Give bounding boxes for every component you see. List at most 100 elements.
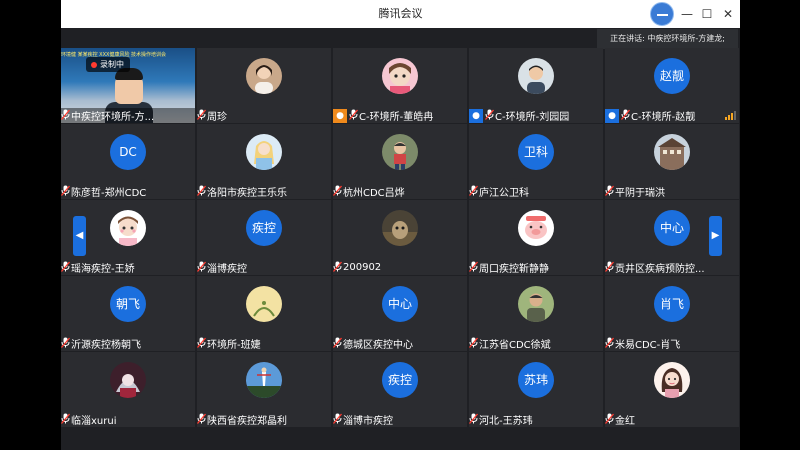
participant-name: 德城区疾控中心 <box>343 340 413 351</box>
participant-tile[interactable]: 金红 <box>605 352 739 427</box>
participant-namebar: 庐江公卫科 <box>469 184 603 199</box>
participant-avatar <box>518 286 554 322</box>
participant-avatar: 赵靓 <box>654 58 690 94</box>
participant-namebar: 江苏省CDC徐斌 <box>469 336 603 351</box>
recording-label: 录制中 <box>100 60 124 69</box>
next-page-button[interactable]: ▶ <box>709 216 722 256</box>
participant-tile[interactable]: 疾控 淄博市疾控 <box>333 352 467 427</box>
participant-name: 淄博疾控 <box>207 264 247 275</box>
mic-muted-icon <box>197 185 207 199</box>
participant-namebar: 环境所-班婕 <box>197 336 331 351</box>
mic-muted-icon <box>605 413 615 427</box>
speaking-indicator: 正在讲话: 中疾控环境所-方建龙; <box>597 29 738 49</box>
mic-muted-icon <box>61 261 71 275</box>
participant-avatar <box>382 210 418 246</box>
participant-name: 洛阳市疾控王乐乐 <box>207 188 287 199</box>
participant-avatar <box>654 362 690 398</box>
participant-namebar: ● C-环境所-赵靓 <box>605 108 739 123</box>
participant-namebar: 金红 <box>605 412 739 427</box>
mic-muted-icon <box>469 337 479 351</box>
mic-muted-icon <box>333 337 343 351</box>
participant-namebar: 陈彦哲-郑州CDC <box>61 184 195 199</box>
participant-name: 庐江公卫科 <box>479 188 529 199</box>
participant-tile[interactable]: 周口疾控靳静静 <box>469 200 603 275</box>
participant-name: C-环境所-赵靓 <box>631 112 696 123</box>
title-bar: 腾讯会议 — ☐ ✕ <box>61 0 740 28</box>
participant-avatar: 朝飞 <box>110 286 146 322</box>
participant-tile[interactable]: 陕西省疾控郑晶利 <box>197 352 331 427</box>
participant-avatar: 肖飞 <box>654 286 690 322</box>
participant-name: 周口疾控靳静静 <box>479 264 549 275</box>
participant-avatar <box>382 134 418 170</box>
participant-namebar: 瑶海疾控-王娇 <box>61 260 195 275</box>
maximize-button[interactable]: ☐ <box>698 5 716 23</box>
mic-muted-icon <box>469 261 479 275</box>
participant-tile[interactable]: 江苏省CDC徐斌 <box>469 276 603 351</box>
participant-namebar: 临淄xurui <box>61 412 195 427</box>
participant-namebar: 中疾控环境所-方... <box>61 108 195 123</box>
participant-tile[interactable]: ● C-环境所-董皓冉 <box>333 48 467 123</box>
cohost-icon: ● <box>605 108 619 123</box>
participant-tile[interactable]: 朝飞沂源疾控杨朝飞 <box>61 276 195 351</box>
participant-avatar: 疾控 <box>246 210 282 246</box>
mic-muted-icon <box>197 337 207 351</box>
participant-namebar: 淄博疾控 <box>197 260 331 275</box>
mic-muted-icon <box>469 413 479 427</box>
participant-tile[interactable]: DC 陈彦哲-郑州CDC <box>61 124 195 199</box>
participant-name: 沂源疾控杨朝飞 <box>71 340 141 351</box>
participant-namebar: 周珍 <box>197 108 331 123</box>
mic-muted-icon <box>333 413 343 427</box>
mic-muted-icon <box>469 185 479 199</box>
participant-name: 杭州CDC吕烨 <box>343 188 405 199</box>
participant-tile[interactable]: 卫科 庐江公卫科 <box>469 124 603 199</box>
participant-name: 河北-王苏玮 <box>479 416 533 427</box>
prev-page-button[interactable]: ◀ <box>73 216 86 256</box>
window-title: 腾讯会议 <box>378 7 423 20</box>
participant-avatar <box>518 210 554 246</box>
participant-namebar: 米易CDC-肖飞 <box>605 336 739 351</box>
close-button[interactable]: ✕ <box>719 5 737 23</box>
participant-name: 陕西省疾控郑晶利 <box>207 416 287 427</box>
participant-avatar <box>382 58 418 94</box>
mic-muted-icon <box>61 413 71 427</box>
participant-name: 环境所-班婕 <box>207 340 261 351</box>
participant-name: 米易CDC-肖飞 <box>615 340 681 351</box>
participant-tile[interactable]: 平阴于瑞洪 <box>605 124 739 199</box>
participant-name: 中疾控环境所-方... <box>71 112 155 123</box>
participant-tile[interactable]: 肖飞米易CDC-肖飞 <box>605 276 739 351</box>
participant-tile[interactable]: 苏玮河北-王苏玮 <box>469 352 603 427</box>
participant-tile[interactable]: 周珍 <box>197 48 331 123</box>
participant-namebar: 平阴于瑞洪 <box>605 184 739 199</box>
participant-tile[interactable]: 临淄xurui <box>61 352 195 427</box>
participant-avatar: 苏玮 <box>518 362 554 398</box>
participant-avatar: 疾控 <box>382 362 418 398</box>
record-icon <box>91 62 97 68</box>
mic-muted-icon <box>605 185 615 199</box>
participant-namebar: 沂源疾控杨朝飞 <box>61 336 195 351</box>
mic-muted-icon <box>605 261 615 275</box>
participant-tile[interactable]: 疾控淄博疾控 <box>197 200 331 275</box>
minimize-button[interactable]: — <box>678 5 696 23</box>
mic-muted-icon <box>333 185 343 199</box>
participant-namebar: 贡井区疾病预防控... <box>605 260 739 275</box>
participant-name: C-环境所-刘园园 <box>495 112 570 123</box>
participant-namebar: 河北-王苏玮 <box>469 412 603 427</box>
participant-avatar <box>110 210 146 246</box>
participant-tile[interactable]: 200902 <box>333 200 467 275</box>
participant-tile[interactable]: 洛阳市疾控王乐乐 <box>197 124 331 199</box>
participant-avatar: 中心 <box>382 286 418 322</box>
participant-name: 临淄xurui <box>71 416 117 427</box>
participant-avatar: 中心 <box>654 210 690 246</box>
participant-avatar <box>246 58 282 94</box>
participant-tile[interactable]: ● C-环境所-刘园园 <box>469 48 603 123</box>
recording-indicator[interactable]: 录制中 <box>86 57 130 72</box>
participant-namebar: 陕西省疾控郑晶利 <box>197 412 331 427</box>
participant-tile[interactable]: 赵靓 ● C-环境所-赵靓 <box>605 48 739 123</box>
participant-name: 平阴于瑞洪 <box>615 188 665 199</box>
participant-tile[interactable]: 环境健 某某疾控 XXX健康风险 技术操作培训会 录制中 中疾控环境所-方... <box>61 48 195 123</box>
participant-avatar <box>518 58 554 94</box>
participant-tile[interactable]: 中心德城区疾控中心 <box>333 276 467 351</box>
participant-tile[interactable]: 杭州CDC吕烨 <box>333 124 467 199</box>
self-avatar[interactable] <box>650 2 674 26</box>
participant-tile[interactable]: 环境所-班婕 <box>197 276 331 351</box>
